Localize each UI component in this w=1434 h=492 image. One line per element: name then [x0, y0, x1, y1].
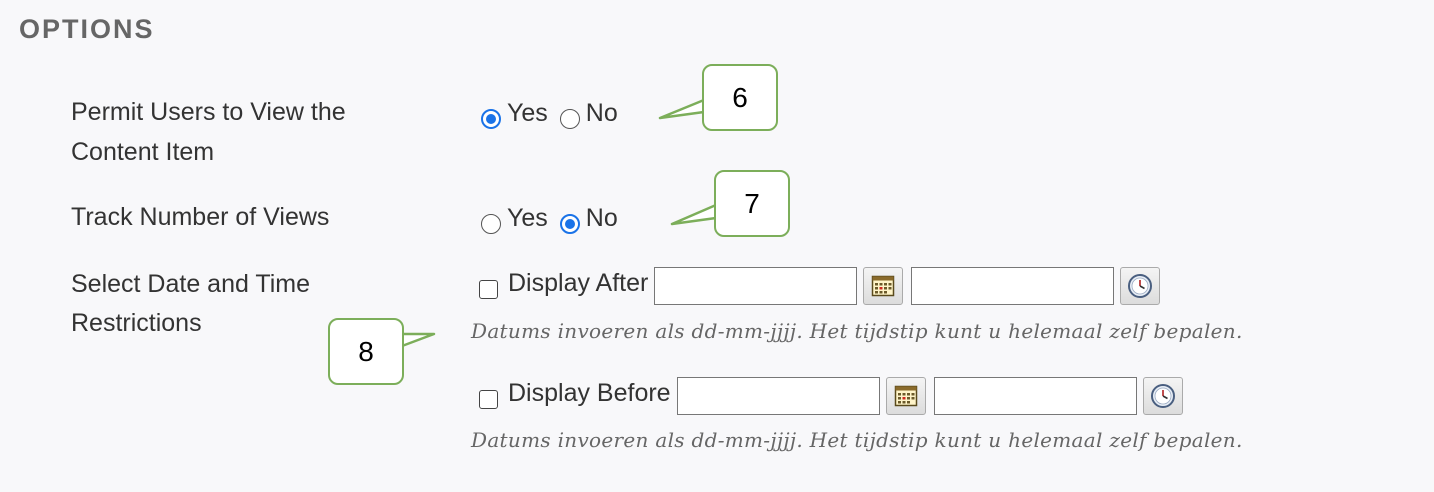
callout-8: 8: [328, 318, 404, 385]
calendar-icon: [872, 275, 895, 297]
display-before-checkbox[interactable]: [479, 389, 498, 409]
date-restrictions-label-line2: Restrictions: [71, 309, 202, 337]
display-after-date-input[interactable]: [654, 267, 858, 305]
callout-7-pointer: [670, 203, 718, 226]
track-views-radio-group: Yes No: [481, 204, 630, 238]
callout-6-pointer: [658, 98, 706, 120]
display-before-date-input[interactable]: [676, 377, 880, 415]
display-after-calendar-button[interactable]: [863, 267, 904, 305]
permit-view-label-line2: Content Item: [71, 138, 215, 166]
display-before-row: Display Before: [479, 377, 1183, 415]
track-views-no-radio[interactable]: [559, 213, 580, 234]
clock-icon: [1150, 384, 1175, 408]
display-before-calendar-button[interactable]: [885, 377, 926, 415]
permit-view-label-line1: Permit Users to View the: [71, 98, 346, 126]
permit-view-no-label[interactable]: No: [586, 99, 618, 128]
display-before-hint: Datums invoeren als dd-mm-jjjj. Het tijd…: [471, 428, 1243, 452]
display-after-hint: Datums invoeren als dd-mm-jjjj. Het tijd…: [471, 319, 1243, 343]
display-after-checkbox[interactable]: [479, 279, 498, 299]
section-title: OPTIONS: [19, 14, 155, 44]
track-views-no-label[interactable]: No: [586, 204, 618, 233]
date-restrictions-label-line1: Select Date and Time: [71, 270, 311, 298]
display-after-clock-button[interactable]: [1120, 267, 1161, 305]
track-views-yes-radio[interactable]: [481, 213, 501, 234]
callout-7: 7: [714, 170, 790, 237]
display-before-clock-button[interactable]: [1142, 377, 1183, 415]
callout-6: 6: [702, 64, 778, 131]
permit-view-no-radio[interactable]: [559, 108, 580, 129]
calendar-icon: [894, 385, 917, 407]
display-before-time-input[interactable]: [933, 377, 1137, 415]
display-after-time-input[interactable]: [911, 267, 1115, 305]
track-views-yes-label[interactable]: Yes: [507, 204, 548, 233]
track-views-label: Track Number of Views: [71, 203, 330, 231]
permit-view-yes-label[interactable]: Yes: [507, 99, 548, 128]
clock-icon: [1128, 274, 1153, 298]
display-after-row: Display After: [479, 267, 1161, 305]
permit-view-yes-radio[interactable]: [481, 108, 501, 129]
display-after-label[interactable]: Display After: [508, 269, 648, 298]
permit-view-radio-group: Yes No: [481, 99, 630, 133]
display-before-label[interactable]: Display Before: [508, 379, 671, 408]
callout-8-pointer: [400, 332, 436, 348]
